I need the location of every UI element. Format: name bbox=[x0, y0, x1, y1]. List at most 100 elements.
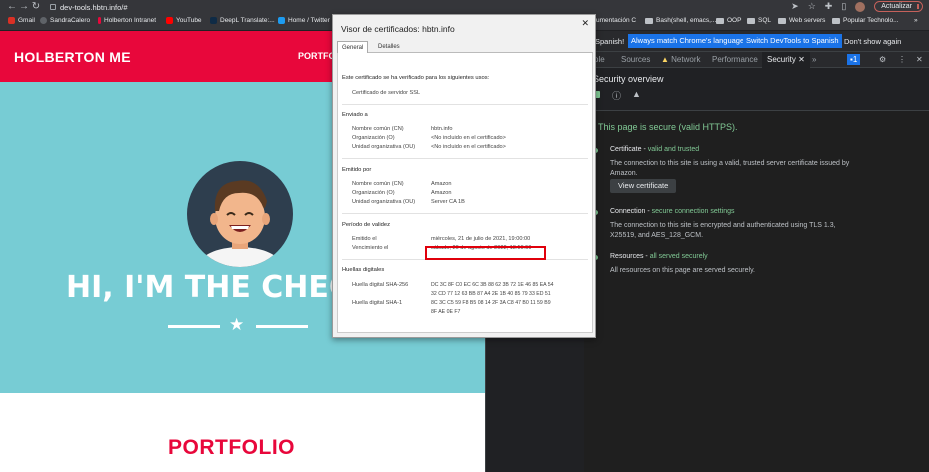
hero-title: HI, I'M THE CHEC bbox=[66, 270, 351, 305]
field-label: Unidad organizativa (OU) bbox=[352, 199, 416, 205]
folder-icon bbox=[832, 17, 840, 24]
tab-network[interactable]: ▲ Network bbox=[661, 55, 701, 64]
field-label: Vencimiento el bbox=[352, 245, 389, 251]
bookmark-documentacion[interactable]: umentación C bbox=[596, 17, 636, 24]
field-value: hbtn.info bbox=[431, 126, 453, 132]
bookmark-oop[interactable]: OOP bbox=[716, 17, 741, 24]
sidebar-icon[interactable]: ▯ bbox=[841, 1, 846, 12]
back-icon[interactable]: ← bbox=[6, 0, 18, 14]
close-icon[interactable]: ✕ bbox=[581, 18, 589, 29]
view-certificate-button[interactable]: View certificate bbox=[610, 179, 677, 193]
reload-icon[interactable]: ↻ bbox=[30, 0, 42, 14]
field-label: Huella digital SHA-256 bbox=[352, 282, 409, 288]
bookmark-sql[interactable]: SQL bbox=[747, 17, 771, 24]
youtube-icon bbox=[166, 17, 173, 24]
field-value: Amazon bbox=[431, 181, 452, 187]
bookmark-sandracalero[interactable]: SandraCalero bbox=[40, 17, 90, 24]
close-tab-icon[interactable]: ✕ bbox=[798, 55, 805, 64]
secure-message: This page is secure (valid HTTPS). bbox=[598, 122, 738, 132]
field-label: Nombre común (CN) bbox=[352, 126, 404, 132]
browser-toolbar: ← → ↻ dev-tools.hbtn.info/# ➤ ☆ ✚ ▯ Actu… bbox=[0, 0, 929, 14]
resources-heading: Resources - all served securely bbox=[610, 253, 708, 260]
dialog-tabs: General Detalles bbox=[337, 41, 593, 53]
connection-description: The connection to this site is encrypted… bbox=[610, 222, 836, 239]
dont-show-again-link[interactable]: Don't show again bbox=[844, 37, 901, 46]
bookmark-bash[interactable]: Bash(shell, emacs,... bbox=[645, 17, 716, 24]
tab-sources[interactable]: Sources bbox=[621, 55, 650, 64]
field-value: <No incluido en el certificado> bbox=[431, 144, 506, 150]
more-bookmarks-icon[interactable]: » bbox=[914, 17, 918, 24]
folder-icon bbox=[747, 17, 755, 24]
tab-details[interactable]: Detalles bbox=[374, 41, 404, 53]
holberton-icon bbox=[98, 17, 101, 24]
sha1-line-1: 8C 3C C5 59 F8 B5 08 14 2F 3A C8 47 B0 1… bbox=[431, 300, 551, 306]
sha256-line-2: 32 CD 77 12 63 BB 87 A4 2E 1B 40 85 79 3… bbox=[431, 291, 551, 297]
banner-text: Spanish! bbox=[595, 37, 625, 46]
field-value: miércoles, 21 de julio de 2021, 19:00:00 bbox=[431, 236, 531, 242]
issued-by-heading: Emitido por bbox=[342, 167, 372, 173]
share-icon[interactable]: ➤ bbox=[791, 1, 799, 12]
forward-icon[interactable]: → bbox=[18, 0, 30, 14]
switch-language-button[interactable]: Switch DevTools to Spanish bbox=[743, 34, 842, 48]
issued-to-heading: Enviado a bbox=[342, 112, 368, 118]
bookmark-youtube[interactable]: YouTube bbox=[166, 17, 202, 24]
folder-icon bbox=[778, 17, 786, 24]
field-value: Amazon bbox=[431, 190, 452, 196]
usage-text: Certificado de servidor SSL bbox=[352, 90, 421, 96]
connection-heading: Connection - secure connection settings bbox=[610, 208, 735, 215]
folder-icon bbox=[716, 17, 724, 24]
github-icon bbox=[40, 17, 47, 24]
nav-portfolio-link[interactable]: PORTFO bbox=[298, 51, 336, 61]
profile-avatar[interactable] bbox=[855, 1, 866, 12]
bookmark-deepl[interactable]: DeepL Translate:... bbox=[210, 17, 275, 24]
bookmark-popular[interactable]: Popular Technolo... bbox=[832, 17, 899, 24]
warning-triangle-icon: ▲ bbox=[632, 89, 641, 99]
sha1-line-2: 8F AE 0E F7 bbox=[431, 309, 461, 315]
field-label: Nombre común (CN) bbox=[352, 181, 404, 187]
bookmark-gmail[interactable]: Gmail bbox=[8, 17, 35, 24]
site-brand[interactable]: HOLBERTON ME bbox=[14, 49, 131, 65]
tab-performance[interactable]: Performance bbox=[712, 55, 758, 64]
intro-text: Este certificado se ha verificado para l… bbox=[342, 75, 490, 81]
twitter-icon bbox=[278, 17, 285, 24]
field-value: Server CA 1B bbox=[431, 199, 465, 205]
star-icon: ★ bbox=[229, 315, 245, 334]
highlight-box bbox=[425, 246, 546, 260]
info-icon: ⓘ bbox=[612, 91, 622, 101]
sha256-line-1: DC 3C 8F C0 EC 6C 3B 88 62 3B 72 1E 46 8… bbox=[431, 282, 554, 288]
dialog-title: Visor de certificados: hbtn.info bbox=[341, 24, 455, 34]
portfolio-heading: PORTFOLIO bbox=[168, 436, 295, 459]
update-button[interactable]: Actualizar bbox=[874, 1, 923, 12]
match-language-button[interactable]: Always match Chrome's language bbox=[628, 34, 748, 48]
avatar-illustration bbox=[198, 180, 282, 267]
issues-badge[interactable]: ▪1 bbox=[847, 54, 861, 65]
bookmark-holberton[interactable]: Holberton Intranet bbox=[98, 17, 156, 24]
more-options-icon[interactable]: ⋮ bbox=[898, 55, 906, 64]
bookmark-webservers[interactable]: Web servers bbox=[778, 17, 825, 24]
bookmark-twitter[interactable]: Home / Twitter bbox=[278, 17, 330, 24]
field-label: Unidad organizativa (OU) bbox=[352, 144, 416, 150]
certificate-viewer-dialog: Visor de certificados: hbtn.info ✕ Gener… bbox=[332, 14, 596, 338]
field-label: Huella digital SHA-1 bbox=[352, 300, 403, 306]
validity-heading: Período de validez bbox=[342, 222, 391, 228]
settings-gear-icon[interactable]: ⚙ bbox=[879, 55, 886, 64]
dialog-content: Este certificado se ha verificado para l… bbox=[337, 53, 593, 333]
tab-security[interactable]: Security ✕ bbox=[762, 52, 810, 68]
certificate-heading: Certificate - valid and trusted bbox=[610, 146, 700, 153]
field-label: Organización (O) bbox=[352, 190, 395, 196]
url-text: dev-tools.hbtn.info/# bbox=[60, 2, 128, 12]
certificate-description: The connection to this site is using a v… bbox=[610, 160, 850, 177]
folder-icon bbox=[645, 17, 653, 24]
security-overview-title: Security overview bbox=[593, 74, 664, 84]
close-devtools-icon[interactable]: ✕ bbox=[916, 55, 923, 64]
more-tabs-icon[interactable]: » bbox=[812, 55, 816, 64]
warning-icon: ▲ bbox=[661, 55, 669, 64]
url-field[interactable]: dev-tools.hbtn.info/# bbox=[50, 3, 128, 12]
lock-icon bbox=[50, 4, 56, 10]
tab-general[interactable]: General bbox=[337, 41, 369, 53]
field-label: Emitido el bbox=[352, 236, 377, 242]
bookmark-star-icon[interactable]: ☆ bbox=[808, 1, 816, 12]
deepl-icon bbox=[210, 17, 217, 24]
fingerprints-heading: Huellas digitales bbox=[342, 267, 385, 273]
extensions-icon[interactable]: ✚ bbox=[825, 1, 833, 12]
